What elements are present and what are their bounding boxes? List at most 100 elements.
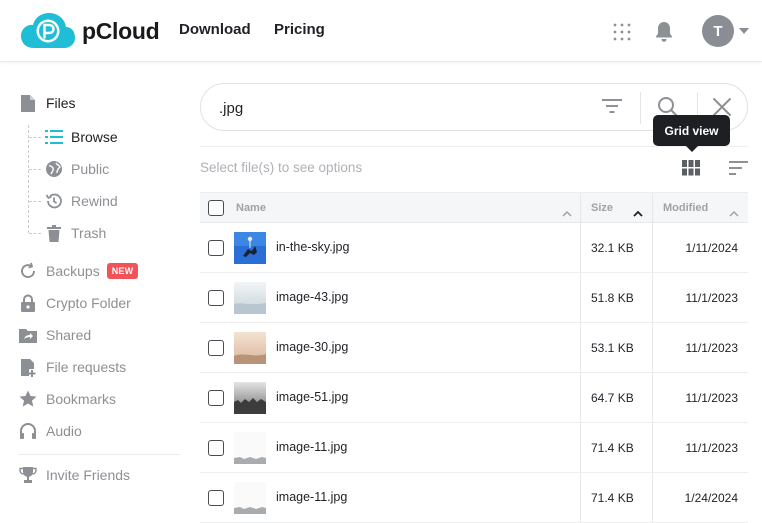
sidebar-item-rewind[interactable]: Rewind bbox=[44, 189, 118, 213]
file-size: 51.8 KB bbox=[591, 291, 634, 305]
pcloud-logo-icon bbox=[20, 12, 76, 50]
user-avatar[interactable]: T bbox=[702, 15, 734, 47]
table-row[interactable]: in-the-sky.jpg 32.1 KB 1/11/2024 bbox=[200, 223, 748, 273]
image-thumbnail bbox=[234, 282, 266, 314]
tree-connector bbox=[28, 125, 29, 233]
column-divider bbox=[580, 273, 581, 323]
shared-folder-icon bbox=[18, 325, 38, 345]
row-checkbox[interactable] bbox=[208, 290, 224, 306]
image-thumbnail bbox=[234, 482, 266, 514]
avatar-chevron-down-icon[interactable] bbox=[739, 28, 749, 34]
column-divider bbox=[580, 473, 581, 523]
column-header-size[interactable]: Size bbox=[591, 202, 613, 214]
column-divider bbox=[652, 473, 653, 523]
content-divider bbox=[200, 146, 748, 147]
tooltip-arrow bbox=[686, 146, 698, 152]
row-checkbox[interactable] bbox=[208, 240, 224, 256]
column-divider bbox=[652, 273, 653, 323]
file-name[interactable]: image-11.jpg bbox=[276, 440, 347, 454]
column-divider bbox=[652, 223, 653, 273]
file-modified: 11/1/2023 bbox=[685, 341, 739, 355]
sidebar-item-label: Invite Friends bbox=[46, 467, 131, 483]
row-checkbox[interactable] bbox=[208, 390, 224, 406]
table-row[interactable]: image-51.jpg 64.7 KB 11/1/2023 bbox=[200, 373, 748, 423]
tree-branch bbox=[29, 169, 41, 170]
sidebar-item-public[interactable]: Public bbox=[44, 157, 109, 181]
nav-pricing-link[interactable]: Pricing bbox=[274, 21, 325, 38]
sidebar-item-label: Audio bbox=[46, 423, 82, 439]
nav-download-link[interactable]: Download bbox=[179, 21, 251, 38]
sidebar-item-invite-friends[interactable]: Invite Friends bbox=[18, 463, 130, 487]
file-request-icon bbox=[18, 357, 38, 377]
chevron-up-icon[interactable] bbox=[729, 204, 739, 222]
row-checkbox[interactable] bbox=[208, 490, 224, 506]
file-modified: 1/11/2024 bbox=[685, 241, 739, 255]
sidebar-item-bookmarks[interactable]: Bookmarks bbox=[18, 387, 116, 411]
rewind-clock-icon bbox=[44, 191, 64, 211]
tree-branch bbox=[29, 137, 41, 138]
column-divider bbox=[580, 193, 581, 223]
table-row[interactable]: image-30.jpg 53.1 KB 11/1/2023 bbox=[200, 323, 748, 373]
sidebar-item-shared[interactable]: Shared bbox=[18, 323, 91, 347]
file-icon bbox=[18, 93, 38, 113]
column-divider bbox=[652, 423, 653, 473]
trash-icon bbox=[44, 223, 64, 243]
grid-view-tooltip: Grid view bbox=[653, 115, 730, 146]
column-divider bbox=[580, 423, 581, 473]
column-divider bbox=[652, 323, 653, 373]
brand-name: pCloud bbox=[82, 17, 160, 44]
headphones-icon bbox=[18, 421, 38, 441]
chevron-up-icon[interactable] bbox=[562, 204, 572, 222]
row-checkbox[interactable] bbox=[208, 440, 224, 456]
sidebar-item-label: Browse bbox=[71, 129, 118, 145]
file-name[interactable]: in-the-sky.jpg bbox=[276, 240, 349, 254]
trophy-icon bbox=[18, 465, 38, 485]
file-name[interactable]: image-11.jpg bbox=[276, 490, 347, 504]
table-header: Name Size Modified bbox=[200, 192, 748, 223]
column-divider bbox=[580, 223, 581, 273]
sort-options-button[interactable] bbox=[729, 161, 748, 180]
sidebar-item-label: Bookmarks bbox=[46, 391, 117, 407]
sidebar-item-backups[interactable]: Backups NEW bbox=[18, 259, 139, 283]
top-header: pCloud Download Pricing T bbox=[0, 0, 762, 62]
table-row[interactable]: image-11.jpg 71.4 KB 1/24/2024 bbox=[200, 473, 748, 523]
grid-view-button[interactable] bbox=[682, 160, 700, 181]
sort-active-chevron-up-icon[interactable] bbox=[633, 204, 643, 222]
sidebar-item-audio[interactable]: Audio bbox=[18, 419, 82, 443]
sidebar-item-label: File requests bbox=[46, 359, 127, 375]
sidebar-item-label: Backups bbox=[46, 263, 100, 279]
file-size: 53.1 KB bbox=[591, 341, 634, 355]
sidebar-item-browse[interactable]: Browse bbox=[44, 125, 118, 149]
column-header-name[interactable]: Name bbox=[236, 202, 266, 214]
sidebar-item-label: Public bbox=[71, 161, 110, 177]
table-row[interactable]: image-11.jpg 71.4 KB 11/1/2023 bbox=[200, 423, 748, 473]
sidebar-item-label: Trash bbox=[71, 225, 107, 241]
column-header-modified[interactable]: Modified bbox=[663, 202, 708, 214]
pcloud-logo[interactable]: pCloud bbox=[20, 12, 160, 50]
lock-icon bbox=[18, 293, 38, 313]
grid-view-icon bbox=[682, 160, 700, 176]
select-all-checkbox[interactable] bbox=[208, 200, 224, 216]
image-thumbnail bbox=[234, 232, 266, 264]
sidebar-item-file-requests[interactable]: File requests bbox=[18, 355, 126, 379]
sidebar-item-trash[interactable]: Trash bbox=[44, 221, 106, 245]
file-modified: 11/1/2023 bbox=[685, 291, 739, 305]
sort-icon bbox=[729, 161, 748, 175]
file-name[interactable]: image-43.jpg bbox=[276, 290, 348, 304]
sidebar-divider bbox=[18, 454, 180, 455]
column-divider bbox=[580, 323, 581, 373]
sidebar-item-crypto-folder[interactable]: Crypto Folder bbox=[18, 291, 131, 315]
apps-grid-icon[interactable] bbox=[613, 23, 631, 46]
sidebar-item-files[interactable]: Files bbox=[18, 91, 76, 115]
star-icon bbox=[18, 389, 38, 409]
column-divider bbox=[652, 373, 653, 423]
table-row[interactable]: image-43.jpg 51.8 KB 11/1/2023 bbox=[200, 273, 748, 323]
tree-branch bbox=[29, 233, 41, 234]
search-input[interactable] bbox=[219, 96, 589, 120]
filter-icon[interactable] bbox=[602, 98, 622, 119]
row-checkbox[interactable] bbox=[208, 340, 224, 356]
file-name[interactable]: image-51.jpg bbox=[276, 390, 348, 404]
file-name[interactable]: image-30.jpg bbox=[276, 340, 348, 354]
notification-bell-icon[interactable] bbox=[654, 21, 674, 48]
sidebar-item-label: Rewind bbox=[71, 193, 118, 209]
